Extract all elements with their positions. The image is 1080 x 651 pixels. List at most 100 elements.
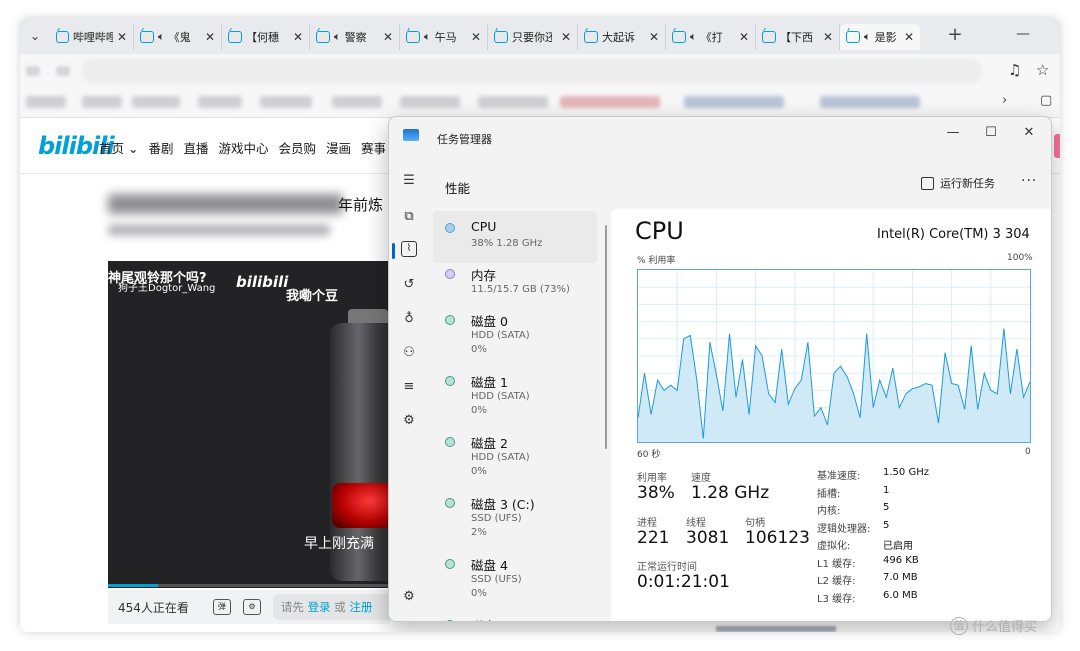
refresh-icon[interactable] xyxy=(56,66,70,76)
more-options-icon[interactable]: ··· xyxy=(1021,173,1037,189)
close-tab-icon[interactable]: ✕ xyxy=(649,30,665,44)
users-icon[interactable]: ⚇ xyxy=(399,343,419,363)
resource-item-disk[interactable]: 磁盘 3 (C:) SSD (UFS) 2% xyxy=(433,486,597,538)
close-tab-icon[interactable]: ✕ xyxy=(117,30,133,44)
resource-item-disk[interactable]: 磁盘 2 HDD (SATA) 0% xyxy=(433,425,597,477)
resource-subtitle: HDD (SATA) xyxy=(471,391,530,402)
speaker-icon[interactable]: 🔈︎ xyxy=(864,30,871,44)
browser-tab[interactable]: 【下西 ✕ xyxy=(756,24,840,50)
browser-tab[interactable]: 🔈︎ 《鬼 ✕ xyxy=(134,24,222,50)
spec-key: 虚拟化: xyxy=(817,541,851,552)
nav-game-center[interactable]: 游戏中心 xyxy=(218,138,268,157)
close-button[interactable]: ✕ xyxy=(1011,121,1047,145)
bilibili-tv-icon xyxy=(56,31,69,43)
upload-button-edge[interactable] xyxy=(1054,134,1060,158)
new-tab-button[interactable]: + xyxy=(944,24,966,46)
close-tab-icon[interactable]: ✕ xyxy=(561,30,577,44)
danmaku-input[interactable]: 请先 登录 或 注册 xyxy=(272,594,390,620)
folder-icon[interactable]: ▢ xyxy=(1040,93,1052,108)
run-new-task-button[interactable]: 运行新任务 xyxy=(921,175,995,191)
bookmark-item[interactable] xyxy=(820,96,920,108)
nav-manga[interactable]: 漫画 xyxy=(326,138,351,157)
spec-key: L2 缓存: xyxy=(817,576,856,587)
browser-tab[interactable]: 🔈︎ 午马 ✕ xyxy=(400,24,488,50)
resource-item-disk[interactable]: 磁盘 1 HDD (SATA) 0% xyxy=(433,364,597,416)
danmaku-settings-icon[interactable]: ⚙ xyxy=(242,599,261,615)
progress-bar[interactable] xyxy=(108,584,390,587)
browser-tab[interactable]: 哔哩哔哩 ✕ xyxy=(50,24,134,50)
browser-tab[interactable]: 大起诉 ✕ xyxy=(578,24,666,50)
video-player[interactable]: 神尾观铃那个吗? 狗子王Dogtor_Wang bilibili 我嘞个豆 早上… xyxy=(108,261,390,588)
bookmark-item[interactable] xyxy=(400,96,460,108)
bookmark-item[interactable] xyxy=(260,96,312,108)
resource-item-cpu[interactable]: CPU 38% 1.28 GHz xyxy=(433,211,597,263)
app-history-icon[interactable]: ↺ xyxy=(399,275,419,295)
startup-apps-icon[interactable]: ♁ xyxy=(399,309,419,329)
resource-item-mem[interactable]: 内存 11.5/15.7 GB (73%) xyxy=(433,257,597,309)
graph-thumbnail-icon xyxy=(445,498,455,508)
browser-minimize-button[interactable]: — xyxy=(1016,26,1030,42)
favorites-icon[interactable]: ☆ xyxy=(1036,61,1049,79)
browser-window: ⌄ 哔哩哔哩 ✕ 🔈︎ 《鬼 ✕ 【何穗 ✕ 🔈︎ 警察 ✕ 🔈︎ 午马 ✕ 只要你还 ✕ 大起诉 ✕ 🔈︎ 《打 ✕… xyxy=(20,18,1060,632)
speaker-icon[interactable]: 🔈︎ xyxy=(690,30,697,44)
processes-icon[interactable]: ⧉ xyxy=(399,207,419,227)
bookmark-item[interactable] xyxy=(82,96,122,108)
close-tab-icon[interactable]: ✕ xyxy=(823,30,839,44)
nav-esports[interactable]: 赛事 xyxy=(361,138,386,157)
cpu-chart-svg xyxy=(638,270,1030,442)
performance-icon[interactable]: ⌇ xyxy=(401,241,417,257)
back-icon[interactable] xyxy=(26,66,40,76)
register-link[interactable]: 注册 xyxy=(349,599,372,615)
details-icon[interactable]: ≡ xyxy=(399,377,419,397)
browser-tab[interactable]: 🔈︎ 《打 ✕ xyxy=(666,24,756,50)
bookmark-item[interactable] xyxy=(198,96,242,108)
bookmark-item[interactable] xyxy=(478,96,548,108)
resource-item-disk[interactable]: 磁盘 0 HDD (SATA) 0% xyxy=(433,303,597,355)
bilibili-tv-icon xyxy=(406,31,420,43)
resource-subtitle: SSD (UFS) xyxy=(471,513,522,524)
resource-item-disk[interactable]: 磁盘 5 xyxy=(433,608,597,621)
battery-charge-glow xyxy=(332,483,390,528)
browser-tab[interactable]: 🔈︎ 警察 ✕ xyxy=(310,24,400,50)
maximize-button[interactable]: ☐ xyxy=(973,121,1009,145)
close-tab-icon[interactable]: ✕ xyxy=(383,30,399,44)
chevron-right-icon[interactable]: › xyxy=(1002,93,1007,108)
bookmark-item[interactable] xyxy=(26,96,66,108)
handles-value: 106123 xyxy=(745,528,810,548)
list-scrollbar[interactable] xyxy=(605,225,607,449)
browser-tab[interactable]: 【何穗 ✕ xyxy=(222,24,310,50)
bookmark-item[interactable] xyxy=(560,96,660,108)
address-bar[interactable] xyxy=(82,58,982,84)
close-tab-icon[interactable]: ✕ xyxy=(205,30,221,44)
close-tab-icon[interactable]: ✕ xyxy=(293,30,309,44)
close-tab-icon[interactable]: ✕ xyxy=(904,30,920,44)
danmaku-input-prefix: 请先 xyxy=(280,600,304,614)
hamburger-menu-icon[interactable]: ☰ xyxy=(399,171,419,191)
read-aloud-icon[interactable]: ♫ xyxy=(1008,61,1021,79)
settings-icon[interactable]: ⚙ xyxy=(399,587,419,607)
task-manager-titlebar[interactable]: 任务管理器 — ☐ ✕ xyxy=(389,117,1051,149)
minimize-button[interactable]: — xyxy=(935,121,971,145)
bookmark-item[interactable] xyxy=(684,96,784,108)
close-tab-icon[interactable]: ✕ xyxy=(471,30,487,44)
close-tab-icon[interactable]: ✕ xyxy=(739,30,755,44)
resource-item-disk[interactable]: 磁盘 4 SSD (UFS) 0% xyxy=(433,547,597,599)
speaker-icon[interactable]: 🔈︎ xyxy=(158,30,165,44)
services-icon[interactable]: ⚙ xyxy=(399,411,419,431)
nav-mall[interactable]: 会员购 xyxy=(279,138,317,157)
bookmark-item[interactable] xyxy=(132,96,180,108)
bookmark-item[interactable] xyxy=(332,96,382,108)
tab-list-dropdown[interactable]: ⌄ xyxy=(24,25,46,47)
login-link[interactable]: 登录 xyxy=(308,599,331,615)
nav-home[interactable]: 首页 ⌄ xyxy=(99,138,138,157)
nav-live[interactable]: 直播 xyxy=(183,138,208,157)
browser-tab[interactable]: 🔈︎ 是影 ✕ xyxy=(840,24,920,50)
page-title: 性能 xyxy=(445,181,471,196)
speaker-icon[interactable]: 🔈︎ xyxy=(424,30,431,44)
spec-value: 496 KB xyxy=(883,554,919,566)
danmaku-toggle-icon[interactable]: 弹 xyxy=(212,599,231,615)
nav-anime[interactable]: 番剧 xyxy=(148,138,173,157)
danmaku-bar: 454人正在看 弹 ⚙ 请先 登录 或 注册 xyxy=(108,590,390,624)
browser-tab[interactable]: 只要你还 ✕ xyxy=(488,24,578,50)
speaker-icon[interactable]: 🔈︎ xyxy=(334,30,341,44)
